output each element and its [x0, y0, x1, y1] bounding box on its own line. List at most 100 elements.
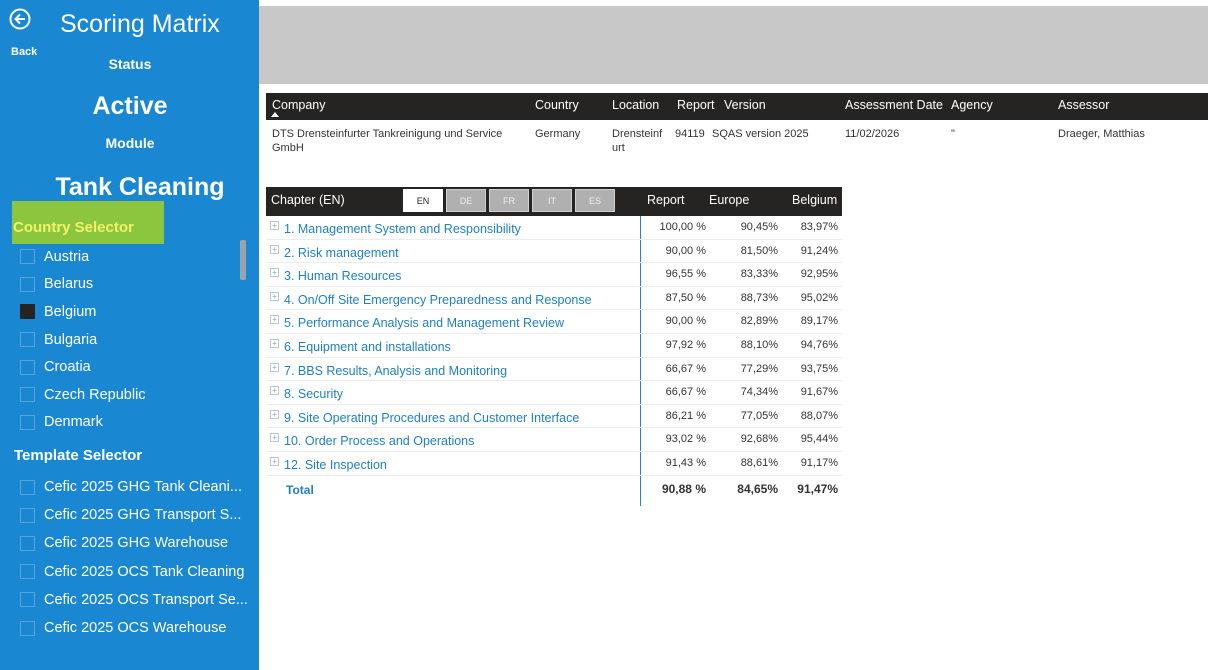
cell-company: DTS Drensteinfurter Tankreinigung und Se… — [272, 128, 503, 154]
chapter-row: +9. Site Operating Procedures and Custom… — [266, 405, 842, 429]
language-button-de[interactable]: DE — [446, 189, 486, 212]
col-report[interactable]: Report — [647, 193, 685, 207]
col-europe[interactable]: Europe — [709, 193, 749, 207]
col-country[interactable]: Country — [535, 98, 579, 112]
col-chapter[interactable]: Chapter (EN) — [271, 193, 345, 207]
matrix-body: +1. Management System and Responsibility… — [266, 216, 842, 476]
country-item-label: Croatia — [44, 359, 91, 376]
checkbox[interactable] — [20, 535, 35, 551]
country-item[interactable]: Denmark — [20, 409, 238, 437]
checkbox[interactable] — [20, 414, 35, 430]
template-item[interactable]: Cefic 2025 OCS Transport Se... — [20, 586, 256, 614]
europe-score: 81,50% — [740, 244, 778, 257]
checkbox[interactable] — [20, 507, 35, 523]
checkbox[interactable] — [20, 592, 35, 608]
europe-score: 82,89% — [740, 315, 778, 328]
country-item[interactable]: Czech Republic — [20, 381, 238, 409]
language-button-en[interactable]: EN — [403, 189, 443, 212]
total-report: 90,88 % — [661, 481, 706, 496]
europe-score: 90,45% — [740, 221, 778, 233]
checkbox[interactable] — [20, 304, 35, 320]
chapter-label[interactable]: 6. Equipment and installations — [284, 340, 451, 354]
report-score: 100,00 % — [659, 221, 706, 233]
template-item[interactable]: Cefic 2025 GHG Warehouse — [20, 529, 256, 557]
country-item-label: Belarus — [44, 276, 94, 293]
expand-icon[interactable]: + — [270, 409, 279, 419]
matrix-header: Chapter (EN) EN DE FR IT ES Report Europe Be… — [266, 187, 842, 216]
col-agency[interactable]: Agency — [951, 98, 993, 112]
template-item[interactable]: Cefic 2025 GHG Transport S... — [20, 501, 256, 529]
company-table-row: DTS Drensteinfurter Tankreinigung und Se… — [266, 120, 1208, 160]
language-button-it[interactable]: IT — [532, 189, 572, 212]
col-country-score[interactable]: Belgium — [792, 193, 837, 207]
country-item[interactable]: Bulgaria — [20, 326, 238, 354]
back-button[interactable]: Back — [8, 8, 48, 58]
chapter-label[interactable]: 4. On/Off Site Emergency Preparedness an… — [284, 293, 592, 307]
col-version[interactable]: Version — [724, 98, 766, 112]
country-item[interactable]: Austria — [20, 243, 238, 271]
col-report[interactable]: Report — [677, 98, 715, 112]
country-item[interactable]: Belarus — [20, 271, 238, 299]
checkbox[interactable] — [20, 564, 35, 580]
country-score: 92,95% — [800, 268, 838, 281]
country-list-scrollbar[interactable] — [240, 240, 246, 280]
checkbox[interactable] — [20, 620, 35, 636]
country-score: 91,67% — [800, 386, 838, 399]
total-row: Total 90,88 % 84,65% 91,47% — [266, 476, 842, 502]
chapter-label[interactable]: 3. Human Resources — [284, 269, 401, 283]
checkbox[interactable] — [20, 249, 35, 265]
module-label: Module — [105, 135, 155, 151]
chapter-label[interactable]: 12. Site Inspection — [284, 458, 387, 472]
col-company[interactable]: Company — [272, 98, 326, 112]
chapter-row: +10. Order Process and Operations 93,02 %… — [266, 428, 842, 452]
expand-icon[interactable]: + — [270, 221, 279, 230]
chapter-row: +7. BBS Results, Analysis and Monitoring… — [266, 358, 842, 382]
sidebar: Back Scoring Matrix Status Active Module… — [0, 0, 259, 670]
total-country: 91,47% — [797, 481, 838, 496]
col-assessment-date[interactable]: Assessment Date — [845, 98, 943, 112]
expand-icon[interactable]: + — [270, 291, 279, 301]
sort-ascending-icon — [271, 112, 279, 117]
country-item[interactable]: Croatia — [20, 353, 238, 381]
expand-icon[interactable]: + — [270, 362, 279, 372]
country-selector-label: Country Selector — [12, 201, 164, 244]
language-button-fr[interactable]: FR — [489, 189, 529, 212]
checkbox[interactable] — [20, 332, 35, 348]
expand-icon[interactable]: + — [270, 433, 279, 443]
country-item[interactable]: Belgium — [20, 298, 238, 326]
chapter-label[interactable]: 1. Management System and Responsibility — [284, 222, 521, 236]
europe-score: 88,73% — [740, 291, 778, 304]
expand-icon[interactable]: + — [270, 386, 279, 396]
country-score: 93,75% — [800, 362, 838, 375]
chapter-label[interactable]: 7. BBS Results, Analysis and Monitoring — [284, 364, 507, 378]
report-score: 86,21 % — [665, 409, 706, 422]
expand-icon[interactable]: + — [270, 244, 279, 254]
template-item-label: Cefic 2025 GHG Warehouse — [44, 535, 229, 552]
expand-icon[interactable]: + — [270, 456, 279, 466]
country-item-label: Bulgaria — [44, 331, 98, 348]
back-arrow-icon — [9, 8, 31, 30]
status-label: Status — [108, 56, 152, 72]
country-score: 91,24% — [800, 244, 838, 257]
expand-icon[interactable]: + — [270, 268, 279, 278]
chapter-label[interactable]: 10. Order Process and Operations — [284, 434, 474, 448]
checkbox[interactable] — [20, 359, 35, 375]
top-banner — [259, 6, 1208, 84]
language-button-es[interactable]: ES — [575, 189, 615, 212]
template-item[interactable]: Cefic 2025 OCS Tank Cleaning — [20, 558, 256, 586]
col-location[interactable]: Location — [612, 98, 659, 112]
col-assessor[interactable]: Assessor — [1058, 98, 1109, 112]
checkbox[interactable] — [20, 387, 35, 403]
chapter-label[interactable]: 9. Site Operating Procedures and Custome… — [284, 411, 579, 425]
chapter-label[interactable]: 5. Performance Analysis and Management R… — [284, 316, 564, 330]
checkbox[interactable] — [20, 479, 35, 495]
chapter-label[interactable]: 8. Security — [284, 387, 343, 401]
checkbox[interactable] — [20, 276, 35, 292]
chapter-label[interactable]: 2. Risk management — [284, 246, 399, 260]
expand-icon[interactable]: + — [270, 338, 279, 348]
template-item[interactable]: Cefic 2025 OCS Warehouse — [20, 614, 256, 642]
template-item[interactable]: Cefic 2025 GHG Tank Cleani... — [20, 473, 256, 501]
europe-score: 92,68% — [740, 433, 778, 446]
country-score: 89,17% — [800, 315, 838, 328]
expand-icon[interactable]: + — [270, 315, 279, 325]
